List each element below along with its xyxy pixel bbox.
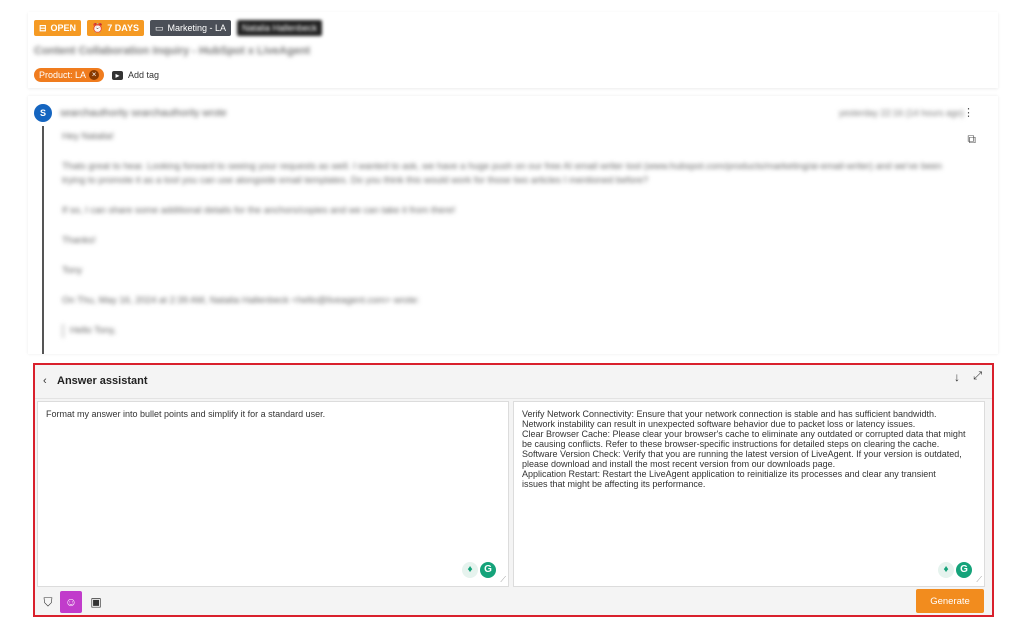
expand-icon[interactable]: ⤢ — [973, 370, 982, 383]
popout-icon[interactable]: ⧉ — [967, 132, 976, 147]
remove-tag-icon[interactable]: × — [89, 70, 100, 80]
agent-badge[interactable]: Natalia Hallenbeck — [237, 20, 323, 36]
answer-assistant-panel: ‹ Answer assistant ↓ ⤢ Format my answer … — [33, 363, 994, 617]
message-paragraph: Thanks! — [62, 235, 96, 246]
response-line: Clear Browser Cache: Please clear your b… — [522, 429, 966, 439]
grammarly-widget[interactable]: ♦ G — [938, 562, 972, 578]
chevron-left-icon[interactable]: ‹ — [43, 375, 47, 387]
assistant-title: Answer assistant — [57, 375, 148, 387]
message-paragraph: On Thu, May 16, 2024 at 2:39 AM, Natalia… — [62, 295, 420, 306]
response-line: Software Version Check: Verify that you … — [522, 449, 962, 459]
resize-handle-icon[interactable]: ⟋ — [976, 575, 982, 585]
response-line: issues that might be affecting its perfo… — [522, 479, 706, 489]
generate-button[interactable]: Generate — [916, 589, 984, 613]
response-output[interactable]: Verify Network Connectivity: Ensure that… — [513, 401, 985, 587]
page: ⊟ OPEN ⏰ 7 DAYS ▭ Marketing - LA Natalia Ha… — [0, 0, 1024, 640]
inbox-icon: ⊟ — [39, 22, 47, 33]
age-badge: ⏰ 7 DAYS — [87, 20, 144, 36]
prompt-text: Format my answer into bullet points and … — [46, 409, 326, 419]
ticket-header: ⊟ OPEN ⏰ 7 DAYS ▭ Marketing - LA Natalia Ha… — [28, 12, 998, 88]
add-tag-button[interactable]: ▸ Add tag — [112, 70, 159, 80]
tag-product-la[interactable]: Product: LA × — [34, 68, 105, 82]
shirt-icon[interactable]: ⛉ — [37, 591, 59, 613]
response-line: Verify Network Connectivity: Ensure that… — [522, 409, 937, 419]
response-line: be causing conflicts. Refer to these bro… — [522, 439, 940, 449]
ticket-subject: Content Collaboration Inquiry - HubSpot … — [34, 45, 311, 57]
message-paragraph: If so, I can share some additional detai… — [62, 205, 456, 216]
lightbulb-icon[interactable]: ♦ — [462, 562, 478, 578]
response-line: Application Restart: Restart the LiveAge… — [522, 469, 936, 479]
assistant-header: ‹ Answer assistant ↓ ⤢ — [35, 365, 992, 399]
assistant-toolbar: ⛉ ☺ ▣ Generate — [35, 589, 992, 615]
grammarly-icon[interactable]: G — [480, 562, 496, 578]
prompt-input[interactable]: Format my answer into bullet points and … — [37, 401, 509, 587]
tag-add-icon: ▸ — [112, 70, 124, 80]
briefcase-icon[interactable]: ▣ — [85, 591, 107, 613]
grammarly-widget[interactable]: ♦ G — [462, 562, 496, 578]
grammarly-icon[interactable]: G — [956, 562, 972, 578]
message-sender: searchauthority searchauthority wrote — [60, 108, 227, 119]
message-paragraph: Thats great to hear. Looking forward to … — [62, 161, 942, 186]
message-body: Hey Natalia! Thats great to hear. Lookin… — [62, 130, 962, 338]
clock-icon: ⏰ — [92, 22, 104, 33]
message-timestamp: yesterday 22:16 (14 hours ago) — [838, 108, 964, 118]
status-badge[interactable]: ⊟ OPEN — [34, 20, 82, 36]
tag-row: Product: LA × ▸ Add tag — [34, 68, 992, 82]
department-badge[interactable]: ▭ Marketing - LA — [149, 20, 232, 36]
quoted-message: Hello Tony, — [62, 324, 962, 338]
message-paragraph: Tony — [62, 265, 83, 276]
message-divider — [42, 126, 44, 354]
smiley-icon[interactable]: ☺ — [60, 591, 82, 613]
folder-icon: ▭ — [154, 22, 164, 33]
message-thread: S searchauthority searchauthority wrote … — [28, 96, 998, 354]
arrow-down-icon[interactable]: ↓ — [954, 370, 960, 384]
avatar: S — [34, 104, 52, 122]
lightbulb-icon[interactable]: ♦ — [938, 562, 954, 578]
more-options-icon[interactable]: ⋮ — [963, 106, 974, 119]
response-line: Network instability can result in unexpe… — [522, 419, 916, 429]
resize-handle-icon[interactable]: ⟋ — [500, 575, 506, 585]
response-line: please download and install the most rec… — [522, 459, 836, 469]
message-paragraph: Hey Natalia! — [62, 131, 114, 142]
ticket-badges: ⊟ OPEN ⏰ 7 DAYS ▭ Marketing - LA Natalia Ha… — [34, 20, 992, 36]
response-text: Verify Network Connectivity: Ensure that… — [514, 402, 984, 496]
